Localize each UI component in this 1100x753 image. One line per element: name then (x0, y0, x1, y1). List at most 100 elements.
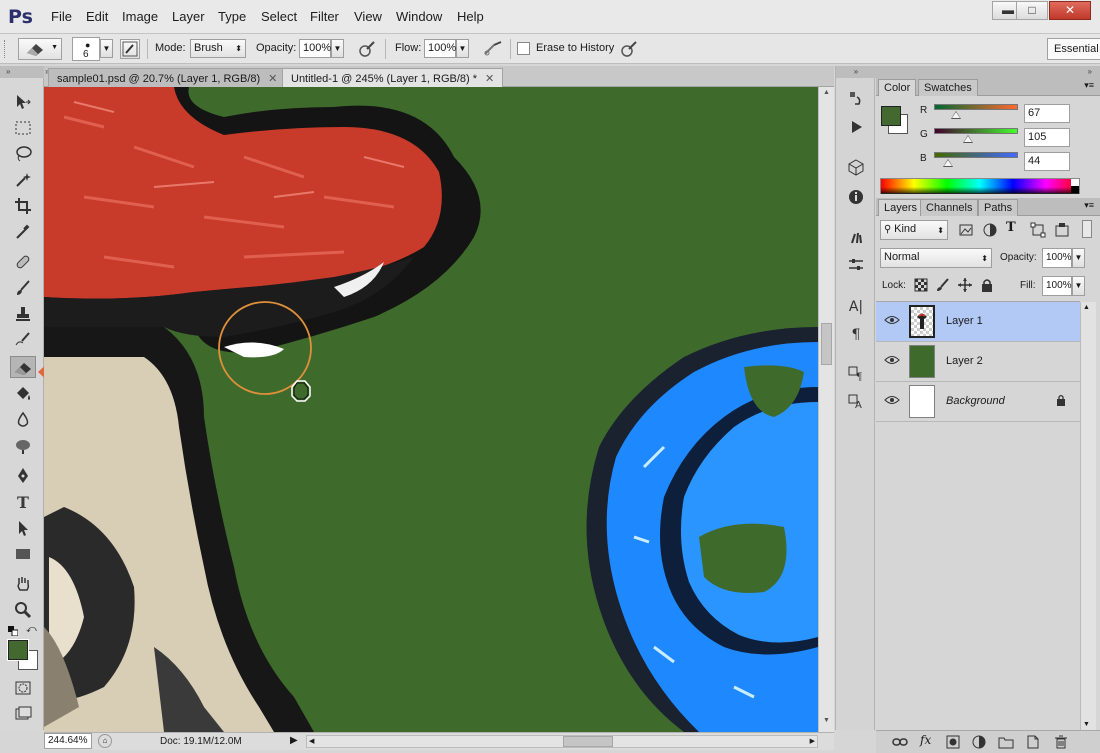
screen-mode-icon[interactable] (10, 704, 36, 726)
adjustments-icon[interactable] (845, 256, 867, 278)
pressure-opacity-icon[interactable] (357, 40, 377, 58)
adjustment-layer-icon[interactable] (972, 735, 986, 749)
scroll-up-icon[interactable]: ▲ (821, 89, 832, 99)
hand-icon[interactable] (10, 574, 36, 596)
history-brush-icon[interactable] (10, 330, 36, 352)
layer-effects-icon[interactable]: fx (920, 733, 931, 747)
close-tab-icon[interactable]: ✕ (268, 73, 277, 85)
marquee-icon[interactable] (10, 118, 36, 140)
canvas[interactable] (44, 87, 818, 732)
g-input[interactable]: 105 (1024, 128, 1070, 147)
paragraph-panel-icon[interactable]: ¶ (845, 324, 867, 346)
b-slider-thumb[interactable] (943, 159, 953, 167)
path-select-icon[interactable] (10, 518, 36, 540)
type-icon[interactable]: T (10, 492, 36, 514)
visibility-eye-icon[interactable] (884, 354, 900, 368)
visibility-eye-icon[interactable] (884, 314, 900, 328)
filter-toggle[interactable] (1082, 220, 1092, 238)
color-panel-foreground[interactable] (881, 106, 901, 126)
b-slider[interactable] (934, 152, 1018, 158)
filter-type-icon[interactable]: T (1006, 220, 1022, 236)
scroll-down-icon[interactable]: ▼ (821, 717, 832, 727)
new-group-icon[interactable] (998, 735, 1014, 749)
menu-image[interactable]: Image (122, 9, 158, 24)
actions-play-icon[interactable] (845, 118, 867, 140)
new-layer-icon[interactable] (1026, 735, 1040, 749)
flow-dropdown[interactable]: ▼ (456, 39, 469, 58)
eyedropper-icon[interactable] (10, 222, 36, 244)
lock-position-icon[interactable] (958, 278, 972, 292)
lock-transparent-icon[interactable] (914, 278, 928, 292)
color-spectrum-ramp[interactable] (880, 178, 1080, 194)
r-slider[interactable] (934, 104, 1018, 110)
menu-filter[interactable]: Filter (310, 9, 339, 24)
menu-view[interactable]: View (354, 9, 382, 24)
tab-layers[interactable]: Layers (878, 199, 924, 216)
flow-input[interactable]: 100% (424, 39, 456, 58)
b-input[interactable]: 44 (1024, 152, 1070, 171)
zoom-icon[interactable] (10, 600, 36, 622)
opacity-input[interactable]: 100% (299, 39, 331, 58)
history-panel-icon[interactable] (845, 90, 867, 112)
tab-channels[interactable]: Channels (920, 199, 979, 216)
layer-row-layer-1[interactable]: Layer 1 (876, 302, 1080, 342)
scroll-right-icon[interactable]: ▶ (810, 737, 815, 745)
delete-layer-icon[interactable] (1054, 735, 1068, 749)
status-info-icon[interactable]: ⌂ (98, 734, 112, 748)
link-layers-icon[interactable] (892, 735, 908, 749)
status-menu-icon[interactable]: ▶ (290, 735, 298, 746)
r-slider-thumb[interactable] (951, 111, 961, 119)
3d-panel-icon[interactable] (845, 158, 867, 180)
scroll-left-icon[interactable]: ◀ (309, 737, 314, 745)
healing-icon[interactable] (10, 252, 36, 274)
brush-size-picker[interactable]: ● 6 (72, 37, 100, 61)
default-colors-icon[interactable] (8, 626, 19, 637)
layers-scrollbar[interactable]: ▲ ▼ (1080, 302, 1096, 730)
erase-to-history-checkbox[interactable] (517, 42, 530, 55)
character-panel-icon[interactable]: A| (845, 296, 867, 318)
pen-icon[interactable] (10, 466, 36, 488)
zoom-level-input[interactable]: 244.64% (44, 733, 92, 749)
fill-input[interactable]: 100% (1042, 276, 1072, 296)
scroll-thumb[interactable] (821, 323, 832, 365)
tab-paths[interactable]: Paths (978, 199, 1019, 216)
scroll-down-icon[interactable]: ▼ (1083, 721, 1090, 728)
tab-color[interactable]: Color (878, 79, 917, 96)
mode-select[interactable]: Brush ⬍ (190, 39, 246, 58)
add-mask-icon[interactable] (946, 735, 960, 749)
menu-layer[interactable]: Layer (172, 9, 205, 24)
dodge-icon[interactable] (10, 436, 36, 458)
tab-untitled-1[interactable]: Untitled-1 @ 245% (Layer 1, RGB/8) * ✕ (282, 68, 504, 87)
lock-all-icon[interactable] (980, 278, 994, 292)
filter-shape-icon[interactable] (1030, 222, 1046, 238)
collapse-toolbar-icon[interactable]: » (0, 66, 44, 78)
lock-pixels-icon[interactable] (936, 278, 950, 292)
character-styles-icon[interactable]: A (845, 392, 867, 414)
tab-sample01[interactable]: sample01.psd @ 20.7% (Layer 1, RGB/8) ✕ (48, 68, 287, 87)
rectangle-icon[interactable] (10, 544, 36, 566)
brush-icon[interactable] (10, 278, 36, 300)
brush-size-dropdown[interactable]: ▼ (100, 39, 113, 58)
blur-icon[interactable] (10, 410, 36, 432)
brush-panel-toggle[interactable] (120, 39, 140, 59)
collapse-right-icon[interactable]: » (876, 66, 1100, 78)
pressure-size-icon[interactable] (619, 40, 639, 58)
close-button[interactable]: ✕ (1049, 1, 1091, 20)
ramp-black[interactable] (1071, 186, 1079, 193)
r-input[interactable]: 67 (1024, 104, 1070, 123)
layer-opacity-input[interactable]: 100% (1042, 248, 1072, 268)
filter-pixel-icon[interactable] (958, 222, 974, 238)
layer-filter-kind[interactable]: ⚲ Kind ⬍ (880, 220, 948, 240)
paint-bucket-icon[interactable] (10, 384, 36, 406)
panel-menu-icon[interactable]: ▾≡ (1084, 200, 1094, 211)
menu-help[interactable]: Help (457, 9, 484, 24)
panel-menu-icon[interactable]: ▾≡ (1084, 80, 1094, 91)
collapse-panels-icon[interactable]: » (836, 66, 876, 78)
visibility-eye-icon[interactable] (884, 394, 900, 408)
layer-row-background[interactable]: Background (876, 382, 1080, 422)
move-icon[interactable] (10, 92, 36, 114)
filter-adjustment-icon[interactable] (982, 222, 998, 238)
foreground-color-swatch[interactable] (7, 639, 29, 661)
layer-row-layer-2[interactable]: Layer 2 (876, 342, 1080, 382)
g-slider[interactable] (934, 128, 1018, 134)
